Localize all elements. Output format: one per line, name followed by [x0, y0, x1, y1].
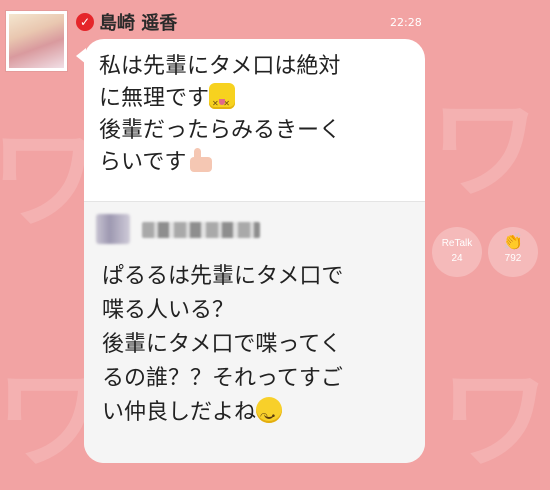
quoted-question[interactable]: ■■■■■ ぱるるは先輩にタメ口で 喋る人いる？ 後輩にタメ口で喋ってく るの誰… [84, 201, 425, 463]
member-name[interactable]: 島崎 遥香 [99, 9, 177, 35]
message-line: 私は先輩にタメ口は絶対 [99, 54, 341, 79]
quoted-line: い仲良しだよね [102, 400, 257, 425]
post-time: 22:28 [390, 16, 422, 29]
verified-check-icon: ✓ [76, 13, 94, 31]
clap-button[interactable]: 👏 792 [488, 227, 538, 277]
quoted-line: 後輩にタメ口で喋ってく [102, 332, 342, 357]
retalk-button[interactable]: ReTalk 24 [432, 227, 482, 277]
message-line: 後輩だったらみるきーく [99, 118, 342, 143]
quoted-line: るの誰？？それってすご [102, 366, 343, 391]
clap-hands-icon: 👏 [503, 232, 523, 251]
dizzy-face-emoji-icon [209, 83, 236, 120]
retalk-count: 24 [451, 253, 463, 264]
background-pattern: ワ [440, 356, 550, 484]
quoted-author-blurred: ■■■■■ [142, 222, 260, 238]
thumbs-up-emoji-icon [186, 147, 216, 173]
winking-face-emoji-icon [256, 397, 283, 434]
message-line: らいです [99, 150, 187, 175]
quoted-text: ぱるるは先輩にタメ口で 喋る人いる？ 後輩にタメ口で喋ってく るの誰？？それって… [102, 260, 417, 434]
quoted-line: ぱるるは先輩にタメ口で [102, 264, 344, 289]
quoted-avatar-blurred [96, 214, 130, 244]
message-line: に無理です [99, 86, 210, 111]
quoted-line: 喋る人いる？ [102, 298, 235, 323]
avatar-photo [9, 14, 64, 68]
background-pattern: ワ [430, 86, 540, 214]
avatar[interactable] [6, 11, 67, 71]
clap-count: 792 [504, 253, 522, 264]
message-bubble[interactable]: 私は先輩にタメ口は絶対 に無理です 後輩だったらみるきーく らいです ■■■■■… [84, 39, 425, 463]
retalk-label: ReTalk [441, 238, 473, 249]
message-text: 私は先輩にタメ口は絶対 に無理です 後輩だったらみるきーく らいです [99, 51, 419, 179]
